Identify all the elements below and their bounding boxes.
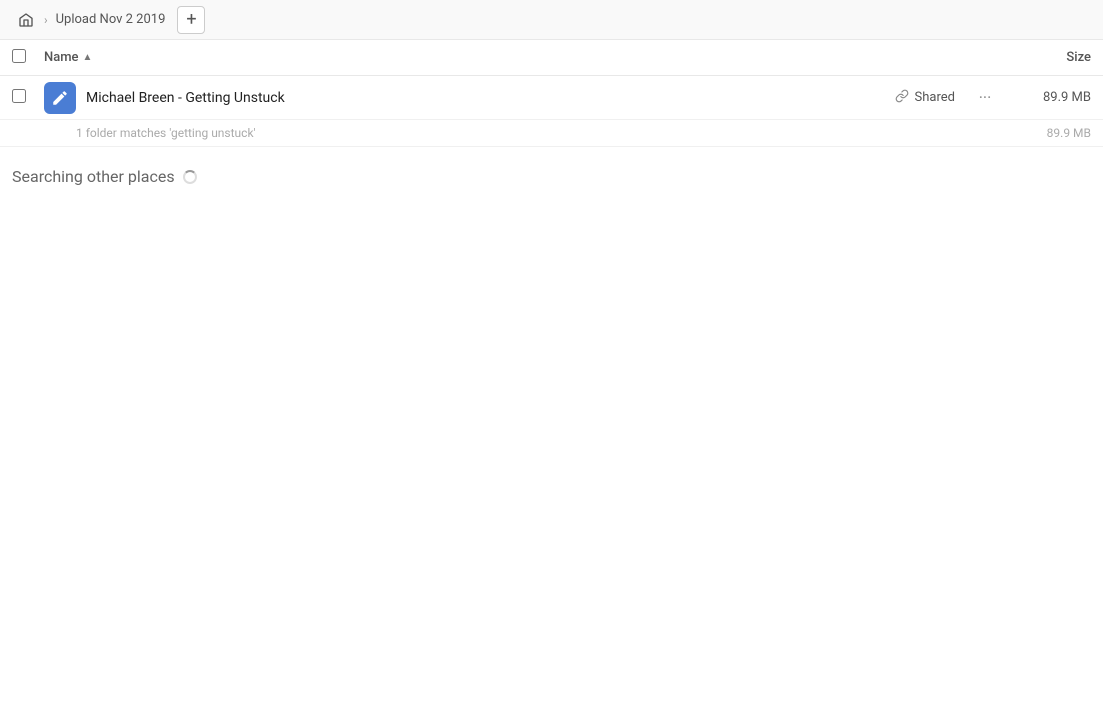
more-options-button[interactable]: ···	[971, 84, 999, 112]
size-column-header: Size	[1011, 50, 1091, 65]
summary-size: 89.9 MB	[1011, 126, 1091, 140]
name-column-header[interactable]: Name ▲	[44, 50, 1011, 65]
main-content: Name ▲ Size Michael Breen - Getting Unst…	[0, 40, 1103, 720]
shared-label: Shared	[915, 90, 955, 105]
shared-area: Shared	[895, 89, 955, 107]
searching-title: Searching other places	[12, 167, 1091, 186]
searching-label: Searching other places	[12, 167, 175, 186]
searching-section: Searching other places	[0, 147, 1103, 198]
breadcrumb-item[interactable]: Upload Nov 2 2019	[52, 10, 170, 29]
sort-arrow-icon: ▲	[83, 52, 93, 63]
file-row[interactable]: Michael Breen - Getting Unstuck Shared ·…	[0, 76, 1103, 120]
file-icon	[44, 82, 76, 114]
file-name: Michael Breen - Getting Unstuck	[86, 90, 895, 106]
top-bar: › Upload Nov 2 2019 +	[0, 0, 1103, 40]
column-header: Name ▲ Size	[0, 40, 1103, 76]
row-checkbox[interactable]	[12, 89, 36, 107]
file-size: 89.9 MB	[1011, 90, 1091, 105]
summary-text: 1 folder matches 'getting unstuck'	[76, 126, 1011, 140]
summary-row: 1 folder matches 'getting unstuck' 89.9 …	[0, 120, 1103, 147]
home-button[interactable]	[12, 6, 40, 34]
add-button[interactable]: +	[177, 6, 205, 34]
breadcrumb-separator: ›	[44, 13, 48, 27]
searching-spinner	[183, 170, 197, 184]
select-all-checkbox[interactable]	[12, 49, 36, 67]
link-icon	[895, 89, 909, 107]
